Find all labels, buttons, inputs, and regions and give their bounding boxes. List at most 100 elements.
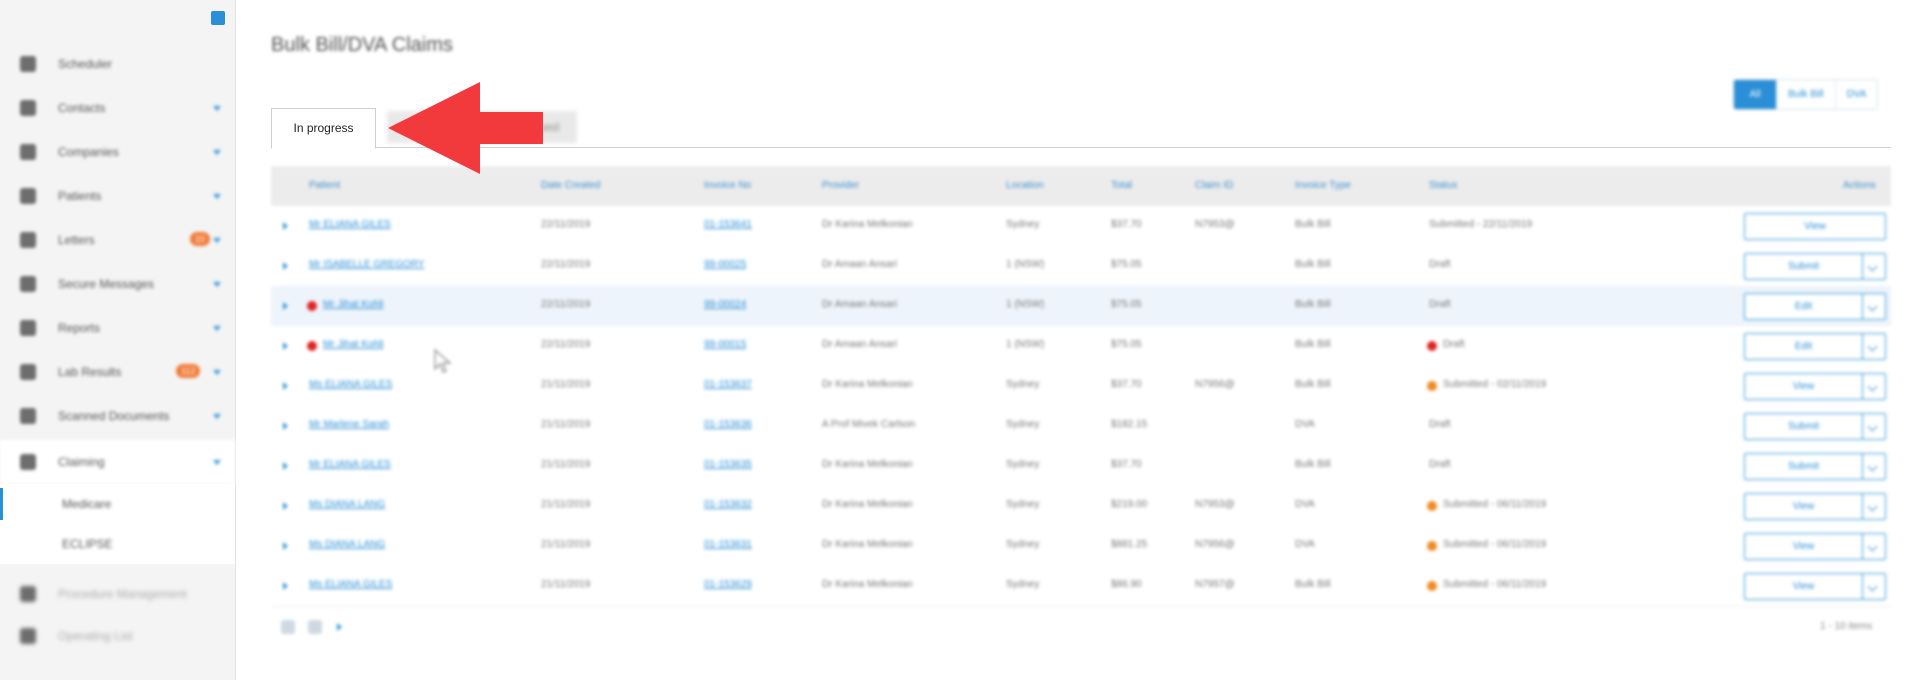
row-expand-icon[interactable] <box>283 222 288 230</box>
table-row[interactable]: Ms ELIANA GILES 21/11/2019 01-153637 Dr Kar… <box>271 366 1891 407</box>
table-row[interactable]: Mr ELIANA GILES 22/11/2019 01-153641 Dr Kar… <box>271 206 1891 247</box>
table-row[interactable]: Ms ELIANA GILES 21/11/2019 01-153629 Dr Kar… <box>271 566 1891 607</box>
patient-link[interactable]: Ms DIANA LANG <box>309 539 385 550</box>
sidebar-item-reports[interactable]: Reports <box>0 306 235 350</box>
sidebar-item-contacts[interactable]: Contacts <box>0 86 235 130</box>
table-row[interactable]: Mr Marlene Sarah 21/11/2019 01-153636 A Pro… <box>271 406 1891 447</box>
col-header-patient[interactable]: Patient <box>309 180 340 191</box>
filter-bulk-bill-button[interactable]: Bulk Bill <box>1776 80 1835 109</box>
col-header-location[interactable]: Location <box>1006 180 1044 191</box>
tab-in-progress[interactable]: In progress <box>271 108 376 149</box>
actions-dropdown-chevron-icon[interactable] <box>1862 413 1886 440</box>
chevron-down-icon[interactable] <box>213 370 221 375</box>
patient-link[interactable]: Mr Jihat Kohli <box>323 299 384 310</box>
patient-link[interactable]: Mr Jihat Kohli <box>323 339 384 350</box>
table-row[interactable]: Mr Jihat Kohli 22/11/2019 99-00024 Dr Amaan… <box>271 286 1891 327</box>
chevron-down-icon[interactable] <box>213 194 221 199</box>
chevron-down-icon[interactable] <box>213 414 221 419</box>
col-header-invoice-type[interactable]: Invoice Type <box>1295 180 1351 191</box>
pager-prev-button[interactable] <box>308 620 322 634</box>
submit-button[interactable]: Submit <box>1744 253 1863 280</box>
patient-link[interactable]: Mr ELIANA GILES <box>309 459 391 470</box>
row-expand-icon[interactable] <box>283 422 288 430</box>
row-expand-icon[interactable] <box>283 262 288 270</box>
view-button[interactable]: View <box>1744 493 1863 520</box>
actions-dropdown-chevron-icon[interactable] <box>1862 373 1886 400</box>
sidebar-item-scanned-documents[interactable]: Scanned Documents <box>0 394 235 438</box>
invoice-link[interactable]: 01-153631 <box>704 539 752 550</box>
invoice-link[interactable]: 01-153635 <box>704 459 752 470</box>
invoice-link[interactable]: 01-153641 <box>704 219 752 230</box>
chevron-down-icon[interactable] <box>213 282 221 287</box>
patient-link[interactable]: Ms ELIANA GILES <box>309 379 392 390</box>
row-expand-icon[interactable] <box>283 582 288 590</box>
submit-button[interactable]: Submit <box>1744 413 1863 440</box>
sidebar-item-letters[interactable]: Letters 10 <box>0 218 235 262</box>
table-row[interactable]: Mr ELIANA GILES 21/11/2019 01-153635 Dr Kar… <box>271 446 1891 487</box>
row-expand-icon[interactable] <box>283 382 288 390</box>
col-header-total[interactable]: Total <box>1111 180 1132 191</box>
row-expand-icon[interactable] <box>283 462 288 470</box>
actions-dropdown-chevron-icon[interactable] <box>1862 533 1886 560</box>
col-header-provider[interactable]: Provider <box>822 180 859 191</box>
invoice-link[interactable]: 01-153636 <box>704 419 752 430</box>
actions-dropdown-chevron-icon[interactable] <box>1862 573 1886 600</box>
invoice-link[interactable]: 99-00024 <box>704 299 746 310</box>
actions-dropdown-chevron-icon[interactable] <box>1862 293 1886 320</box>
chevron-down-icon[interactable] <box>213 460 221 465</box>
sidebar-item-companies[interactable]: Companies <box>0 130 235 174</box>
table-row[interactable]: Mr ISABELLE GREGORY 22/11/2019 99-00025 Dr … <box>271 246 1891 287</box>
patient-link[interactable]: Ms DIANA LANG <box>309 499 385 510</box>
patient-link[interactable]: Mr Marlene Sarah <box>309 419 389 430</box>
chevron-down-icon[interactable] <box>213 150 221 155</box>
view-button[interactable]: View <box>1744 533 1863 560</box>
table-row[interactable]: Mr Jihat Kohli 22/11/2019 99-00015 Dr Amaan… <box>271 326 1891 367</box>
filter-all-button[interactable]: All <box>1734 80 1776 109</box>
sidebar-item-patients[interactable]: Patients <box>0 174 235 218</box>
sidebar-item-lab-results[interactable]: Lab Results 112 <box>0 350 235 394</box>
col-header-date-created[interactable]: Date Created <box>541 180 600 191</box>
edit-button[interactable]: Edit <box>1744 293 1863 320</box>
sidebar-subitem-eclipse[interactable]: ECLIPSE <box>0 524 235 564</box>
sidebar-item-scheduler[interactable]: Scheduler <box>0 42 235 86</box>
view-button[interactable]: View <box>1744 213 1886 240</box>
edit-button[interactable]: Edit <box>1744 333 1863 360</box>
row-expand-icon[interactable] <box>283 542 288 550</box>
view-button[interactable]: View <box>1744 373 1863 400</box>
col-header-status[interactable]: Status <box>1429 180 1457 191</box>
invoice-link[interactable]: 99-00015 <box>704 339 746 350</box>
pager-first-button[interactable] <box>281 620 295 634</box>
invoice-link[interactable]: 99-00025 <box>704 259 746 270</box>
chevron-down-icon[interactable] <box>213 238 221 243</box>
table-row[interactable]: Ms DIANA LANG 21/11/2019 01-153632 Dr Karin… <box>271 486 1891 527</box>
sidebar-item-operating-list[interactable]: Operating List <box>0 614 235 658</box>
page-title: Bulk Bill/DVA Claims <box>271 34 453 56</box>
filter-dva-button[interactable]: DVA <box>1834 80 1878 109</box>
table-row[interactable]: Ms DIANA LANG 21/11/2019 01-153631 Dr Karin… <box>271 526 1891 567</box>
patient-link[interactable]: Ms ELIANA GILES <box>309 579 392 590</box>
sidebar-item-claiming[interactable]: Claiming <box>0 440 235 484</box>
submit-button[interactable]: Submit <box>1744 453 1863 480</box>
chevron-down-icon[interactable] <box>213 106 221 111</box>
invoice-link[interactable]: 01-153637 <box>704 379 752 390</box>
pager-next-icon[interactable] <box>337 623 342 631</box>
invoice-link[interactable]: 01-153629 <box>704 579 752 590</box>
actions-dropdown-chevron-icon[interactable] <box>1862 253 1886 280</box>
actions-dropdown-chevron-icon[interactable] <box>1862 453 1886 480</box>
actions-dropdown-chevron-icon[interactable] <box>1862 493 1886 520</box>
sidebar-item-secure-messages[interactable]: Secure Messages <box>0 262 235 306</box>
sidebar-item-procedure-management[interactable]: Procedure Management <box>0 572 235 616</box>
patient-link[interactable]: Mr ISABELLE GREGORY <box>309 259 424 270</box>
col-header-invoice-no[interactable]: Invoice No <box>704 180 751 191</box>
col-header-claim-id[interactable]: Claim ID <box>1195 180 1233 191</box>
patient-link[interactable]: Mr ELIANA GILES <box>309 219 391 230</box>
chevron-down-icon[interactable] <box>213 326 221 331</box>
row-expand-icon[interactable] <box>283 302 288 310</box>
sidebar-subitem-medicare[interactable]: Medicare <box>0 484 235 524</box>
row-expand-icon[interactable] <box>283 342 288 350</box>
sidebar-toggle-icon[interactable] <box>211 11 225 25</box>
view-button[interactable]: View <box>1744 573 1863 600</box>
row-expand-icon[interactable] <box>283 502 288 510</box>
invoice-link[interactable]: 01-153632 <box>704 499 752 510</box>
actions-dropdown-chevron-icon[interactable] <box>1862 333 1886 360</box>
